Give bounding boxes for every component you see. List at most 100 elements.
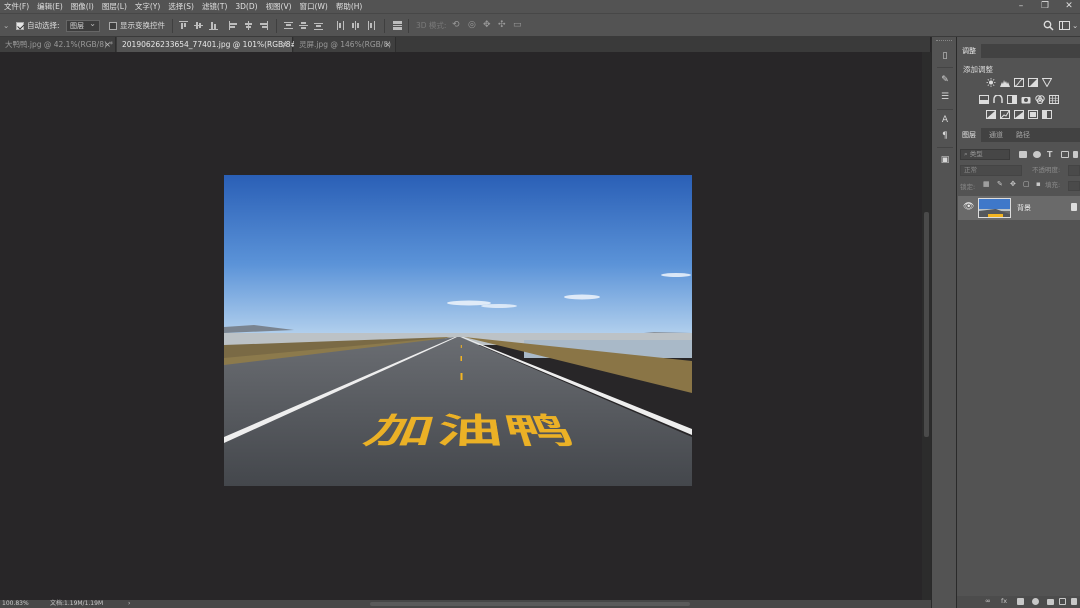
search-icon[interactable]	[1043, 20, 1054, 31]
distribute-right-icon[interactable]	[366, 21, 375, 30]
align-bottom-icon[interactable]	[209, 21, 218, 30]
selective-color-icon[interactable]	[1042, 110, 1052, 119]
hue-saturation-icon[interactable]	[979, 95, 989, 104]
workspace-icon[interactable]	[1059, 20, 1070, 31]
align-right-icon[interactable]	[259, 21, 268, 30]
close-icon[interactable]: ×	[104, 37, 111, 52]
threshold-icon[interactable]	[1014, 110, 1024, 119]
align-vcenter-icon[interactable]	[194, 21, 203, 30]
channel-mixer-icon[interactable]	[1035, 95, 1045, 104]
3d-scale-icon[interactable]: ▭	[513, 19, 522, 32]
tab-adjustments[interactable]: 调整	[957, 44, 981, 58]
color-lookup-icon[interactable]	[1049, 95, 1059, 104]
fx-icon[interactable]: fx	[1001, 598, 1010, 605]
filter-adjust-icon[interactable]	[1033, 151, 1041, 158]
tab-doc-3[interactable]: 灵屏.jpg @ 146%(RGB/8) ×	[294, 37, 396, 52]
paragraph-icon[interactable]: ¶	[939, 131, 951, 142]
minimize-button[interactable]: –	[1010, 0, 1032, 13]
new-group-icon[interactable]	[1047, 599, 1054, 605]
show-transform-checkbox[interactable]	[109, 22, 117, 30]
layer-row-background[interactable]: 👁 背景	[958, 196, 1080, 220]
brightness-icon[interactable]	[986, 78, 996, 87]
auto-align-icon[interactable]	[393, 21, 402, 30]
black-white-icon[interactable]	[1007, 95, 1017, 104]
close-button[interactable]: ✕	[1058, 0, 1080, 13]
distribute-left-icon[interactable]	[336, 21, 345, 30]
character-icon[interactable]: A	[939, 115, 951, 126]
document-image[interactable]: 加油鸭	[224, 175, 692, 486]
auto-select-checkbox[interactable]	[16, 22, 24, 30]
3d-pan-icon[interactable]: ✥	[483, 19, 491, 32]
menu-edit[interactable]: 编辑(E)	[33, 0, 67, 13]
tab-channels[interactable]: 通道	[984, 128, 1008, 142]
distribute-vcenter-icon[interactable]	[299, 21, 308, 30]
layer-name[interactable]: 背景	[1017, 196, 1031, 220]
lock-all-icon[interactable]: ▪	[1036, 181, 1043, 188]
align-left-icon[interactable]	[229, 21, 238, 30]
lock-artboard-icon[interactable]: ▢	[1023, 181, 1030, 188]
menu-image[interactable]: 图像(I)	[67, 0, 98, 13]
link-icon[interactable]: ∞	[985, 598, 995, 605]
align-top-icon[interactable]	[179, 21, 188, 30]
invert-icon[interactable]	[986, 110, 996, 119]
maximize-button[interactable]: ❐	[1034, 0, 1056, 13]
trash-icon[interactable]	[1071, 598, 1077, 605]
vertical-scrollbar[interactable]	[922, 52, 931, 600]
color-balance-icon[interactable]	[993, 95, 1003, 104]
visibility-eye-icon[interactable]: 👁	[963, 202, 974, 212]
gradient-map-icon[interactable]	[1028, 110, 1038, 119]
3d-rotate-icon[interactable]: ⟲	[452, 19, 460, 32]
add-mask-icon[interactable]	[1017, 598, 1024, 605]
history-icon[interactable]: ▯	[939, 51, 951, 62]
distribute-bottom-icon[interactable]	[314, 21, 323, 30]
menu-type[interactable]: 文字(Y)	[131, 0, 164, 13]
photo-filter-icon[interactable]	[1021, 95, 1031, 104]
3d-slide-icon[interactable]: ✣	[498, 19, 506, 32]
status-menu-icon[interactable]: ›	[128, 600, 130, 608]
brush-settings-icon[interactable]: ☰	[939, 92, 951, 103]
menu-select[interactable]: 选择(S)	[164, 0, 198, 13]
workspace-chevron-icon[interactable]: ⌄	[1072, 19, 1078, 32]
exposure-icon[interactable]	[1028, 78, 1038, 87]
auto-select-dropdown[interactable]: 图层	[66, 19, 100, 32]
align-hcenter-icon[interactable]	[244, 21, 253, 30]
tab-doc-1[interactable]: 大鸭鸭.jpg @ 42.1%(RGB/8) * ×	[0, 37, 116, 52]
scroll-thumb[interactable]	[924, 212, 929, 437]
new-adjustment-icon[interactable]	[1032, 598, 1039, 605]
menu-help[interactable]: 帮助(H)	[332, 0, 367, 13]
new-layer-icon[interactable]	[1059, 598, 1066, 605]
posterize-icon[interactable]	[1000, 110, 1010, 119]
filter-type-icon[interactable]: T	[1047, 151, 1055, 159]
tab-paths[interactable]: 路径	[1011, 128, 1035, 142]
curves-icon[interactable]	[1014, 78, 1024, 87]
menu-layer[interactable]: 图层(L)	[98, 0, 131, 13]
zoom-level[interactable]: 100.83%	[2, 600, 29, 608]
blend-mode-dropdown[interactable]: 正常	[960, 165, 1022, 176]
lock-position-icon[interactable]: ✥	[1010, 181, 1017, 188]
levels-icon[interactable]	[1000, 78, 1010, 87]
layer-filter-kind[interactable]: ⌕ 类型	[960, 149, 1010, 160]
fill-field[interactable]	[1068, 181, 1080, 191]
horizontal-scrollbar[interactable]	[370, 602, 690, 606]
menu-window[interactable]: 窗口(W)	[296, 0, 332, 13]
tool-preset-chevron-icon[interactable]: ⌄	[3, 19, 9, 32]
properties-icon[interactable]: ▣	[939, 155, 951, 166]
menu-view[interactable]: 视图(V)	[262, 0, 296, 13]
opacity-field[interactable]	[1068, 165, 1080, 176]
3d-roll-icon[interactable]: ◎	[468, 19, 476, 32]
grip-handle[interactable]	[936, 40, 952, 42]
lock-transparent-icon[interactable]: ▦	[983, 181, 990, 188]
close-icon[interactable]: ×	[281, 37, 288, 52]
close-icon[interactable]: ×	[384, 37, 391, 52]
menu-3d[interactable]: 3D(D)	[231, 0, 261, 13]
tab-layers[interactable]: 图层	[957, 128, 981, 142]
tab-doc-2[interactable]: 20190626233654_77401.jpg @ 101%(RGB/8#) …	[117, 37, 306, 52]
distribute-top-icon[interactable]	[284, 21, 293, 30]
filter-pixel-icon[interactable]	[1019, 151, 1027, 158]
brush-icon[interactable]: ✎	[939, 75, 951, 86]
menu-file[interactable]: 文件(F)	[0, 0, 33, 13]
lock-pixels-icon[interactable]: ✎	[997, 181, 1004, 188]
distribute-hcenter-icon[interactable]	[351, 21, 360, 30]
road-text[interactable]: 加油鸭	[310, 411, 635, 453]
vibrance-icon[interactable]	[1042, 78, 1052, 87]
